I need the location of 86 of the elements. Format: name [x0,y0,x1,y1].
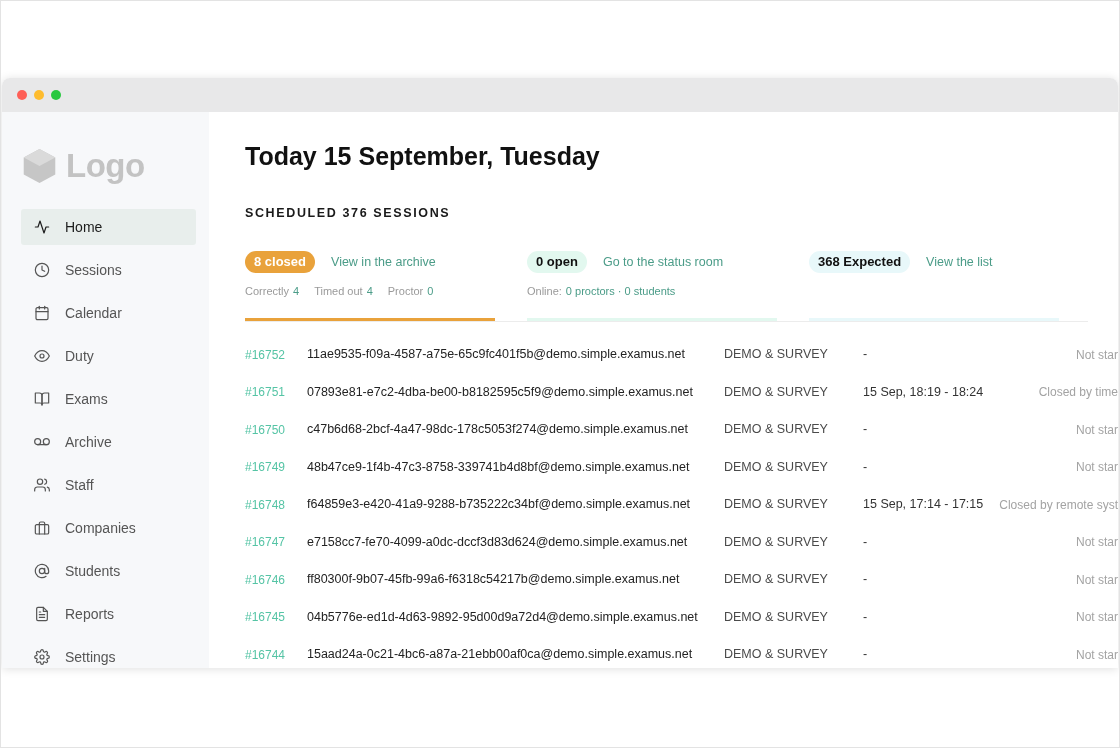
table-cell-text: f64859e3-e420-41a9-9288-b735222c34bf@demo.simple.examus.net [307,496,692,514]
table-cell-text: Not star [1076,421,1118,439]
detail-value: 0 proctors · 0 students [565,283,676,299]
table-cell-text: 04b5776e-ed1d-4d63-9892-95d00d9a72d4@demo.simple.examus.net [307,608,699,626]
section-heading: SCHEDULED 376 SESSIONS [245,205,452,222]
nav-item[interactable]: Reports [21,596,196,632]
table-cell-text: DEMO & SURVEY [724,458,829,476]
table-cell-text: Not star [1076,571,1118,589]
table-cell-text: DEMO & SURVEY [724,421,829,439]
nav-item[interactable]: Students [21,553,196,589]
nav-item[interactable]: Sessions [21,252,196,288]
session-id-link[interactable]: #16749 [245,458,307,477]
detail-label: Correctly [245,283,289,299]
table-cell-text: Closed by remote syst [999,496,1118,514]
status-badge: 0 open [527,251,587,273]
table-cell-text: - [863,346,869,364]
table-cell-text: DEMO & SURVEY [724,533,829,551]
page-title: Today 15 September, Tuesday [245,141,601,172]
detail-label: Timed out [314,283,363,299]
table-cell-text: - [863,646,869,664]
minimize-button[interactable] [34,90,44,100]
nav-item[interactable]: Archive [21,424,196,460]
table-cell-text: Not star [1076,534,1118,552]
nav-item[interactable]: Companies [21,510,196,546]
table-cell-text: e7158cc7-fe70-4099-a0dc-dccf3d83d624@demo.simple.examus.net [307,533,689,551]
table-cell-text: Not star [1076,346,1118,364]
text-link[interactable]: View in the archive [331,252,436,272]
document-icon [34,606,50,622]
text-link[interactable]: Go to the status room [602,252,724,272]
briefcase-icon [34,520,50,536]
maximize-button[interactable] [51,90,61,100]
pulse-icon [34,219,50,235]
close-button[interactable] [17,90,27,100]
nav-item[interactable]: Settings [21,639,196,668]
eye-icon [34,348,50,364]
table-cell-text: Not star [1076,459,1118,477]
session-id-link[interactable]: #16751 [245,383,307,402]
table-cell-text: DEMO & SURVEY [724,646,829,664]
nav-item[interactable]: Staff [21,467,196,503]
table-cell-text: - [863,608,869,626]
settings-icon [34,649,50,665]
table-cell-text: DEMO & SURVEY [724,383,829,401]
calendar-icon [34,305,50,321]
table-cell-text: DEMO & SURVEY [724,496,829,514]
nav-item[interactable]: Home [21,209,196,245]
nav-item[interactable]: Duty [21,338,196,374]
cube-logo-icon [23,149,56,183]
table-cell-text: Not star [1076,646,1118,664]
at-sign-icon [34,563,50,579]
table-cell-text: c47b6d68-2bcf-4a47-98dc-178c5053f274@demo.simple.examus.net [307,421,689,439]
session-id-link[interactable]: #16750 [245,420,307,439]
detail-label: Proctor [387,283,424,299]
table-cell-text: - [863,458,869,476]
detail-value: 4 [366,283,373,299]
nav-item[interactable]: Calendar [21,295,196,331]
session-id-link[interactable]: #16752 [245,345,307,364]
table-cell-text: 15aad24a-0c21-4bc6-a87a-21ebb00af0ca@demo.simple.examus.net [307,646,694,664]
session-id-link[interactable]: #16745 [245,608,307,627]
table-cell-text: DEMO & SURVEY [724,608,829,626]
table-cell-text: ff80300f-9b07-45fb-99a6-f6318c54217b@demo.simple.examus.net [307,571,681,589]
status-badge: 368 Expected [809,251,911,273]
session-id-link[interactable]: #16744 [245,645,307,664]
table-cell-text: - [863,533,869,551]
detail-value: 4 [293,283,300,299]
people-icon [34,477,50,493]
session-id-link[interactable]: #16747 [245,533,307,552]
table-cell-text: - [863,421,869,439]
table-cell-text: DEMO & SURVEY [724,346,829,364]
clock-icon [34,262,50,278]
table-cell-text: - [863,571,869,589]
session-id-link[interactable]: #16746 [245,570,307,589]
table-cell-text: 11ae9535-f09a-4587-a75e-65c9fc401f5b@demo.simple.examus.net [307,346,686,364]
table-cell-text: DEMO & SURVEY [724,571,829,589]
table-cell-text: 48b47ce9-1f4b-47c3-8758-339741b4d8bf@demo.simple.examus.net [307,458,691,476]
table-cell-text: Closed by time [1038,384,1118,402]
book-icon [34,391,50,407]
table-cell-text: 15 Sep, 18:19 - 18:24 [863,383,985,401]
status-badge: 8 closed [245,251,316,273]
detail-value: 0 [427,283,434,299]
nav-item[interactable]: Exams [21,381,196,417]
text-link[interactable]: View the list [926,252,993,272]
table-cell-text: 07893e81-e7c2-4dba-be00-b8182595c5f9@demo.simple.examus.net [307,383,694,401]
table-cell-text: Not star [1076,609,1118,627]
table-cell-text: 15 Sep, 17:14 - 17:15 [863,496,985,514]
detail-label: Online: [527,283,562,299]
session-id-link[interactable]: #16748 [245,495,307,514]
